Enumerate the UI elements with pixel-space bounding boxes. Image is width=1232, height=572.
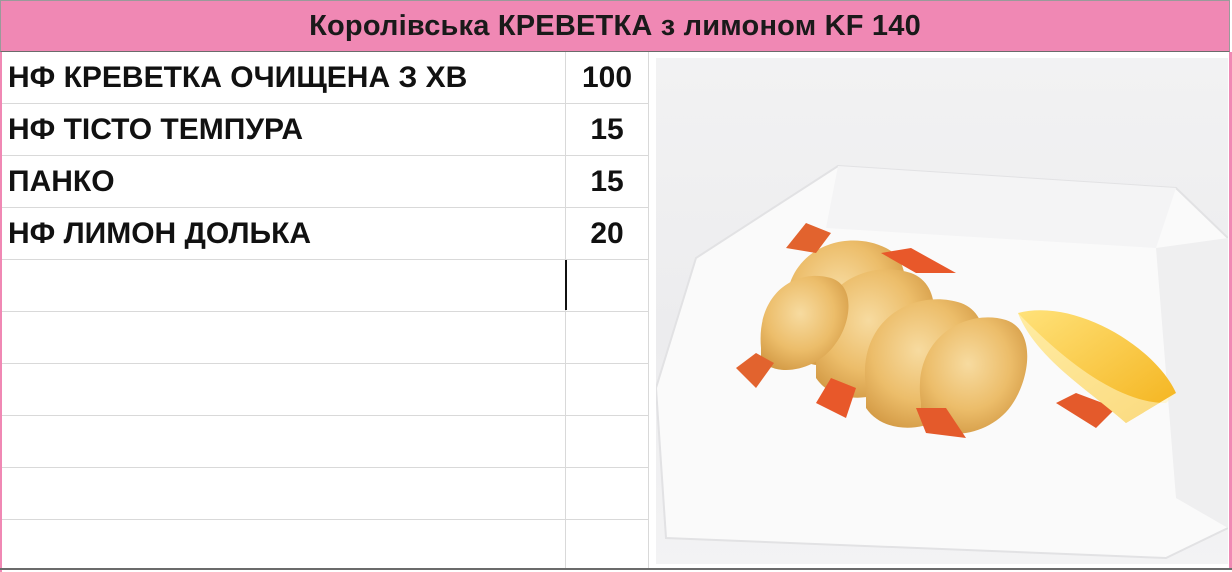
table-row[interactable]: ПАНКО 15	[2, 156, 648, 208]
ingredient-name[interactable]: НФ ЛИМОН ДОЛЬКА	[8, 208, 564, 259]
empty-row[interactable]	[2, 364, 648, 416]
selected-cell-border	[565, 260, 567, 310]
table-row[interactable]: НФ ЛИМОН ДОЛЬКА 20	[2, 208, 648, 260]
empty-row[interactable]	[2, 468, 648, 520]
title-cell[interactable]: Королівська КРЕВЕТКА з лимоном KF 140	[0, 0, 1230, 52]
empty-row[interactable]	[2, 260, 648, 312]
recipe-sheet: Королівська КРЕВЕТКА з лимоном KF 140 НФ…	[0, 0, 1232, 572]
recipe-title: Королівська КРЕВЕТКА з лимоном KF 140	[309, 9, 921, 42]
bottom-border	[0, 568, 1232, 570]
fried-shrimp-with-lemon-photo[interactable]	[656, 58, 1228, 564]
shrimp-illustration	[656, 164, 1228, 560]
table-row[interactable]: НФ КРЕВЕТКА ОЧИЩЕНА З ХВ 100	[2, 52, 648, 104]
ingredient-name[interactable]: ПАНКО	[8, 156, 564, 207]
ingredient-qty[interactable]: 15	[566, 104, 648, 155]
column-divider	[565, 52, 566, 570]
ingredient-qty[interactable]: 100	[566, 52, 648, 103]
ingredient-name[interactable]: НФ КРЕВЕТКА ОЧИЩЕНА З ХВ	[8, 52, 564, 103]
empty-row[interactable]	[2, 312, 648, 364]
empty-row[interactable]	[2, 520, 648, 572]
ingredient-qty[interactable]: 20	[566, 208, 648, 259]
table-row[interactable]: НФ ТІСТО ТЕМПУРА 15	[2, 104, 648, 156]
ingredient-qty[interactable]: 15	[566, 156, 648, 207]
empty-row[interactable]	[2, 416, 648, 468]
column-divider	[648, 52, 649, 570]
ingredient-name[interactable]: НФ ТІСТО ТЕМПУРА	[8, 104, 564, 155]
ingredients-grid: НФ КРЕВЕТКА ОЧИЩЕНА З ХВ 100 НФ ТІСТО ТЕ…	[2, 52, 648, 572]
